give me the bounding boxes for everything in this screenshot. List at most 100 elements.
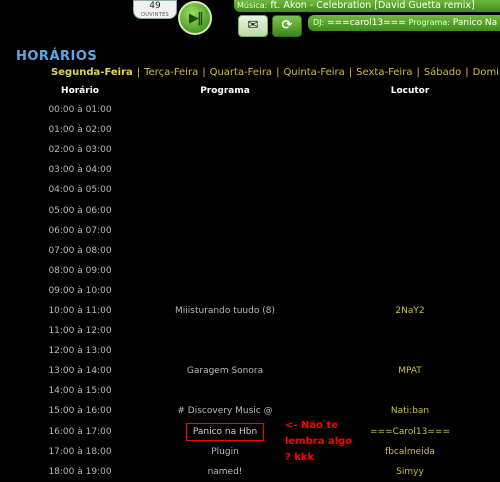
time-cell: 14:00 à 15:00	[48, 386, 112, 397]
listeners-counter: 49 OUVINTES	[133, 0, 177, 19]
time-cell: 02:00 à 03:00	[48, 145, 112, 156]
header-time: Horário	[61, 86, 99, 96]
weekday-separator: |	[136, 67, 141, 78]
annotation-note: <- Não te lembra algo ? kkk	[285, 420, 353, 463]
weekday-separator: |	[202, 67, 206, 78]
time-cell: 12:00 à 13:00	[48, 346, 112, 357]
play-pause-icon: ▶‖	[189, 11, 203, 26]
table-row: 17:00 à 18:00 Plugin fbcalmeida	[40, 442, 490, 462]
host-cell	[330, 321, 490, 341]
table-row: 13:00 à 14:00 Garagem Sonora MPAT	[40, 361, 490, 381]
host-cell	[330, 160, 490, 180]
time-cell: 17:00 à 18:00	[48, 446, 112, 457]
table-row: 04:00 à 05:00	[40, 180, 490, 200]
host-cell	[330, 221, 490, 241]
host-cell	[330, 100, 490, 120]
weekday-link[interactable]: Domingo	[473, 67, 500, 78]
program-cell: Garagem Sonora	[186, 366, 264, 377]
schedule-body: 00:00 à 01:00 01:00 à 02:00 02:00 à 03:00 0…	[40, 100, 490, 482]
table-row: 02:00 à 03:00	[40, 140, 490, 160]
listeners-count: 49	[149, 1, 161, 11]
header-host: Locutor	[390, 86, 430, 96]
time-cell: 13:00 à 14:00	[48, 366, 112, 377]
host-cell: MPAT	[398, 366, 422, 377]
dj-name: ===carol13===	[327, 18, 406, 28]
table-row: 00:00 à 01:00	[40, 100, 490, 120]
weekday-separator: |	[348, 67, 353, 78]
time-cell: 10:00 à 11:00	[48, 305, 112, 316]
time-cell: 16:00 à 17:00	[48, 426, 112, 437]
weekday-link[interactable]: Quinta-Feira	[283, 67, 344, 78]
schedule-table: Horário Programa Locutor 00:00 à 01:00 01…	[40, 82, 490, 482]
page-title: HORÁRIOS	[16, 49, 98, 64]
now-playing-bar: Música: ft. Akon - Celebration [David Gu…	[234, 0, 500, 12]
weekday-nav: Segunda-Feira | Terça-Feira | Quarta-Feira | Q…	[51, 67, 500, 78]
time-cell: 03:00 à 04:00	[48, 165, 112, 176]
listeners-label: OUVINTES	[140, 12, 170, 18]
highlighted-program: Panico na Hbn	[185, 422, 265, 441]
table-row: 12:00 à 13:00	[40, 341, 490, 361]
time-cell: 09:00 à 10:00	[48, 285, 112, 296]
program-cell	[120, 261, 330, 281]
host-cell	[330, 341, 490, 361]
dj-info-bar: DJ: ===carol13=== Programa: Panico Na Hb…	[308, 15, 500, 31]
host-cell	[330, 261, 490, 281]
radio-player-bar: 49 OUVINTES ▶‖ Música: ft. Akon - Celebr…	[0, 0, 500, 38]
header-program: Programa	[200, 86, 250, 96]
weekday-link[interactable]: Segunda-Feira	[51, 67, 133, 78]
song-title: ft. Akon - Celebration [David Guetta rem…	[270, 0, 475, 11]
table-row: 03:00 à 04:00	[40, 160, 490, 180]
message-button[interactable]: ✉	[238, 15, 268, 37]
program-cell	[120, 140, 330, 160]
time-cell: 15:00 à 16:00	[48, 406, 112, 417]
weekday-separator: |	[465, 67, 469, 78]
play-pause-button[interactable]: ▶‖	[178, 1, 212, 35]
time-cell: 11:00 à 12:00	[48, 326, 112, 337]
table-row: 15:00 à 16:00 # Discovery Music @ Nati:ban	[40, 401, 490, 421]
host-cell	[330, 120, 490, 140]
table-row: 14:00 à 15:00	[40, 381, 490, 401]
program-key: Programa:	[408, 18, 450, 27]
table-row: 06:00 à 07:00	[40, 221, 490, 241]
time-cell: 07:00 à 08:00	[48, 245, 112, 256]
weekday-separator: |	[276, 67, 280, 78]
weekday-link[interactable]: Sexta-Feira	[356, 67, 412, 78]
host-cell	[330, 381, 490, 401]
program-cell	[120, 281, 330, 301]
table-row: 10:00 à 11:00 Miiisturando tuudo (8) 2NaY2	[40, 301, 490, 321]
refresh-button[interactable]: ⟳	[272, 15, 302, 37]
time-cell: 06:00 à 07:00	[48, 225, 112, 236]
table-row: 01:00 à 02:00	[40, 120, 490, 140]
song-key: Música:	[237, 1, 268, 10]
program-cell	[120, 381, 330, 401]
weekday-link[interactable]: Sábado	[424, 67, 461, 78]
table-row: 07:00 à 08:00	[40, 241, 490, 261]
refresh-icon: ⟳	[281, 18, 293, 33]
host-cell	[330, 281, 490, 301]
program-cell	[120, 180, 330, 200]
weekday-separator: |	[416, 67, 420, 78]
weekday-link[interactable]: Quarta-Feira	[210, 67, 272, 78]
host-cell	[330, 241, 490, 261]
time-cell: 01:00 à 02:00	[48, 125, 112, 136]
table-row: 05:00 à 06:00	[40, 200, 490, 220]
host-cell	[330, 140, 490, 160]
table-row: 16:00 à 17:00 Panico na Hbn ===Carol13===	[40, 422, 490, 442]
program-cell	[120, 241, 330, 261]
weekday-link[interactable]: Terça-Feira	[144, 67, 198, 78]
table-row: 09:00 à 10:00	[40, 281, 490, 301]
program-cell	[120, 100, 330, 120]
table-header-row: Horário Programa Locutor	[40, 82, 490, 100]
program-cell	[120, 200, 330, 220]
envelope-icon: ✉	[247, 18, 259, 33]
program-name: Panico Na Hbn	[452, 18, 500, 28]
time-cell: 05:00 à 06:00	[48, 205, 112, 216]
program-cell	[120, 321, 330, 341]
dj-key: DJ:	[313, 18, 325, 27]
host-cell: 2NaY2	[395, 305, 425, 316]
program-cell	[120, 341, 330, 361]
program-cell	[120, 160, 330, 180]
table-row: 11:00 à 12:00	[40, 321, 490, 341]
program-cell: Miiisturando tuudo (8)	[175, 305, 275, 316]
host-cell	[330, 180, 490, 200]
